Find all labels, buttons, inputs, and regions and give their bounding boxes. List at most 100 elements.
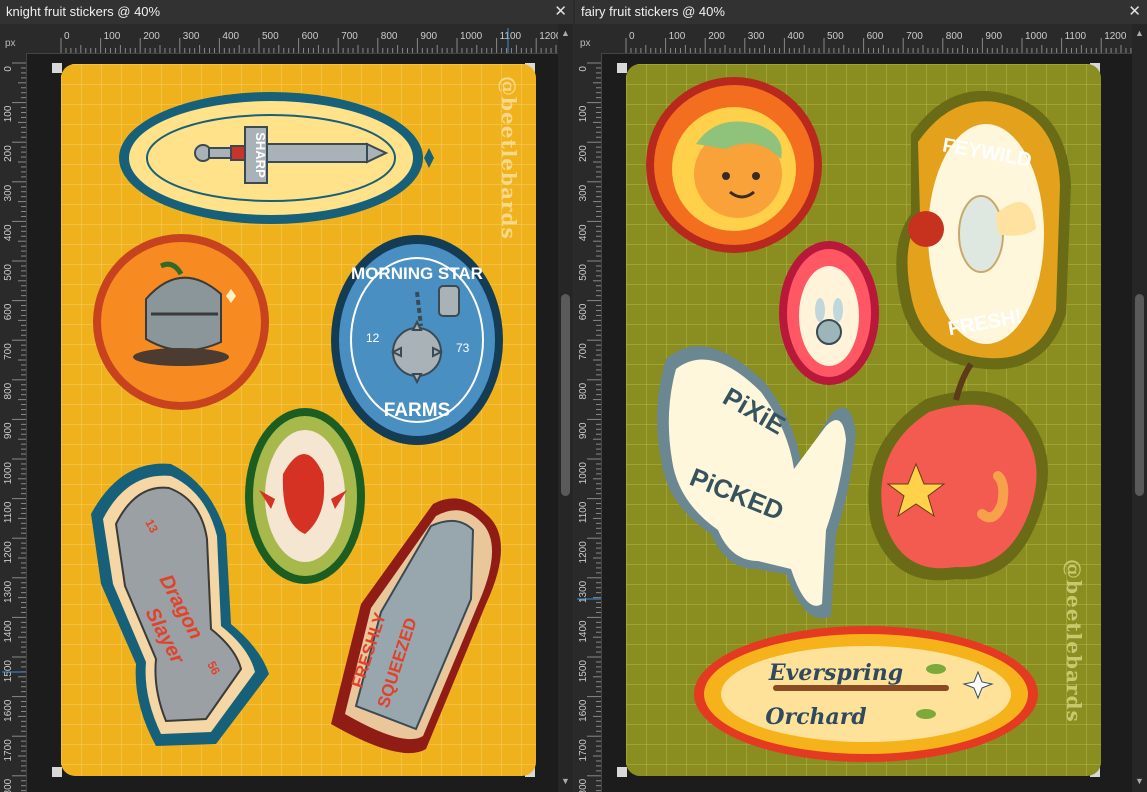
- vertical-ruler[interactable]: 0 100 200 300 400 500 600 700 800 900 1000 1100 1200…: [575, 53, 602, 792]
- morning-star-bottom-text: FARMS: [384, 400, 451, 421]
- scroll-up-arrow-icon[interactable]: ▲: [558, 28, 573, 38]
- document-tab-title: knight fruit stickers @ 40%: [6, 4, 161, 19]
- ruler-tick-label: 300: [183, 31, 200, 42]
- ruler-ticks: 0 100 200 300 400 500 600 700 800 900 1000 1100 1200: [625, 31, 1132, 53]
- watermark: @beetlebards: [1062, 559, 1086, 723]
- canvas-area[interactable]: SHARP MORNING STAR 12 73 FARMS Dragon Sl…: [27, 24, 573, 792]
- scroll-down-arrow-icon[interactable]: ▼: [1132, 776, 1147, 786]
- scroll-thumb[interactable]: [1135, 294, 1144, 496]
- watermark: @beetlebards: [497, 76, 521, 240]
- ruler-tick-label: 100: [669, 31, 686, 42]
- ruler-tick-label: 1200: [578, 541, 589, 564]
- document-tab[interactable]: fairy fruit stickers @ 40% ✕: [575, 0, 1147, 25]
- dragon-sticker: [245, 408, 365, 584]
- fairy-sticker-art: FEYWILD FRESH! PiXiE PiCKED Everspring O…: [626, 64, 1101, 776]
- ruler-tick-label: 900: [420, 31, 437, 42]
- ruler-tick-label: 1600: [3, 699, 14, 722]
- ruler-tick-label: 700: [578, 343, 589, 360]
- ruler-tick-label: 700: [3, 343, 14, 360]
- ruler-tick-label: 0: [578, 66, 589, 72]
- ruler-tick-label: 400: [3, 224, 14, 241]
- sticker-sheet-fairy[interactable]: FEYWILD FRESH! PiXiE PiCKED Everspring O…: [626, 64, 1101, 776]
- ruler-tick-label: 1300: [3, 580, 14, 603]
- ruler-tick-label: 1100: [500, 31, 522, 42]
- ruler-tick-label: 1100: [3, 501, 14, 523]
- ruler-tick-label: 700: [341, 31, 358, 42]
- vertical-scrollbar[interactable]: ▲ ▼: [1132, 24, 1147, 792]
- horizontal-ruler[interactable]: px 0 100 200 300 400 500 600 700 800 900 1000 1100 1…: [0, 24, 573, 54]
- ruler-tick-label: 500: [3, 264, 14, 281]
- ruler-tick-label: 1700: [578, 739, 589, 762]
- ruler-tick-label: 1000: [1025, 31, 1048, 42]
- ruler-tick-label: 900: [3, 422, 14, 439]
- ruler-tick-label: 600: [578, 303, 589, 320]
- ruler-tick-label: 1000: [460, 31, 483, 42]
- ruler-tick-label: 1000: [3, 462, 14, 485]
- ruler-ticks: 0 100 200 300 400 500 600 700 800 900 1000 1100 1200…: [577, 62, 601, 792]
- elf-face-sticker: [646, 77, 822, 253]
- ruler-tick-label: 1500: [578, 660, 589, 683]
- knight-sticker-art: SHARP MORNING STAR 12 73 FARMS Dragon Sl…: [61, 64, 536, 776]
- ruler-tick-label: 200: [578, 145, 589, 162]
- ruler-tick-label: 1700: [3, 739, 14, 762]
- ruler-tick-label: 1800: [578, 778, 589, 792]
- ruler-tick-label: 100: [578, 105, 589, 122]
- ruler-tick-label: 1800: [3, 778, 14, 792]
- ruler-tick-label: 1300: [578, 580, 589, 603]
- orchard-text-2: Orchard: [765, 704, 866, 730]
- ruler-tick-label: 400: [578, 224, 589, 241]
- morning-star-num-left: 12: [366, 331, 380, 345]
- close-icon[interactable]: ✕: [1128, 2, 1141, 20]
- ruler-tick-label: 300: [3, 184, 14, 201]
- ruler-tick-label: 900: [578, 422, 589, 439]
- scroll-down-arrow-icon[interactable]: ▼: [558, 776, 573, 786]
- ruler-tick-label: 700: [906, 31, 923, 42]
- ruler-tick-label: 1200: [1104, 31, 1127, 42]
- morning-star-top-text: MORNING STAR: [351, 264, 483, 283]
- ruler-tick-label: 100: [3, 105, 14, 122]
- ruler-tick-label: 1100: [578, 501, 589, 523]
- ruler-tick-label: 200: [143, 31, 160, 42]
- ruler-tick-label: 1400: [3, 620, 14, 643]
- vertical-ruler[interactable]: 0 100 200 300 400 500 600 700 800 900 1000 1100 1200…: [0, 53, 27, 792]
- morning-star-num-right: 73: [456, 341, 470, 355]
- horizontal-ruler[interactable]: px 0 100 200 300 400 500 600 700 800 900 1000 1100 1…: [575, 24, 1147, 54]
- ruler-tick-label: 500: [578, 264, 589, 281]
- ruler-tick-label: 1200: [3, 541, 14, 564]
- ruler-tick-label: 0: [3, 66, 14, 72]
- ruler-tick-label: 600: [3, 303, 14, 320]
- ruler-ticks: 0 100 200 300 400 500 600 700 800 900 1000 1100 1200…: [2, 62, 26, 792]
- ruler-tick-label: 300: [748, 31, 765, 42]
- vertical-scrollbar[interactable]: ▲ ▼: [558, 24, 573, 792]
- orchard-text-1: Everspring: [768, 660, 903, 686]
- document-tab-title: fairy fruit stickers @ 40%: [581, 4, 725, 19]
- morning-star-sticker: MORNING STAR 12 73 FARMS: [331, 235, 503, 445]
- close-icon[interactable]: ✕: [554, 2, 567, 20]
- everspring-orchard-sticker: Everspring Orchard: [694, 626, 1038, 762]
- ruler-tick-label: 200: [3, 145, 14, 162]
- ruler-tick-label: 1600: [578, 699, 589, 722]
- document-pane-knight: knight fruit stickers @ 40% ✕ px 0 100 200…: [0, 0, 573, 792]
- bee-jar-sticker: [779, 241, 879, 385]
- ruler-tick-label: 500: [262, 31, 279, 42]
- document-tab[interactable]: knight fruit stickers @ 40% ✕: [0, 0, 573, 25]
- ruler-tick-label: 600: [867, 31, 884, 42]
- ruler-tick-label: 400: [222, 31, 239, 42]
- helmet-orange-sticker: [93, 234, 269, 410]
- document-pane-fairy: fairy fruit stickers @ 40% ✕ px 0 100 200 3…: [575, 0, 1147, 792]
- ruler-tick-label: 500: [827, 31, 844, 42]
- ruler-tick-label: 400: [787, 31, 804, 42]
- ruler-tick-label: 800: [578, 382, 589, 399]
- ruler-tick-label: 800: [381, 31, 398, 42]
- sword-label: SHARP: [253, 132, 268, 178]
- scroll-thumb[interactable]: [561, 294, 570, 496]
- ruler-ticks: 0 100 200 300 400 500 600 700 800 900 1000 1100 1200: [60, 28, 562, 53]
- ruler-tick-label: 100: [104, 31, 121, 42]
- ruler-tick-label: 200: [708, 31, 725, 42]
- ruler-tick-label: 1500: [3, 660, 14, 683]
- ruler-tick-label: 1000: [578, 462, 589, 485]
- ruler-tick-label: 1100: [1065, 31, 1087, 42]
- sticker-sheet-knight[interactable]: SHARP MORNING STAR 12 73 FARMS Dragon Sl…: [61, 64, 536, 776]
- canvas-area[interactable]: FEYWILD FRESH! PiXiE PiCKED Everspring O…: [602, 24, 1147, 792]
- scroll-up-arrow-icon[interactable]: ▲: [1132, 28, 1147, 38]
